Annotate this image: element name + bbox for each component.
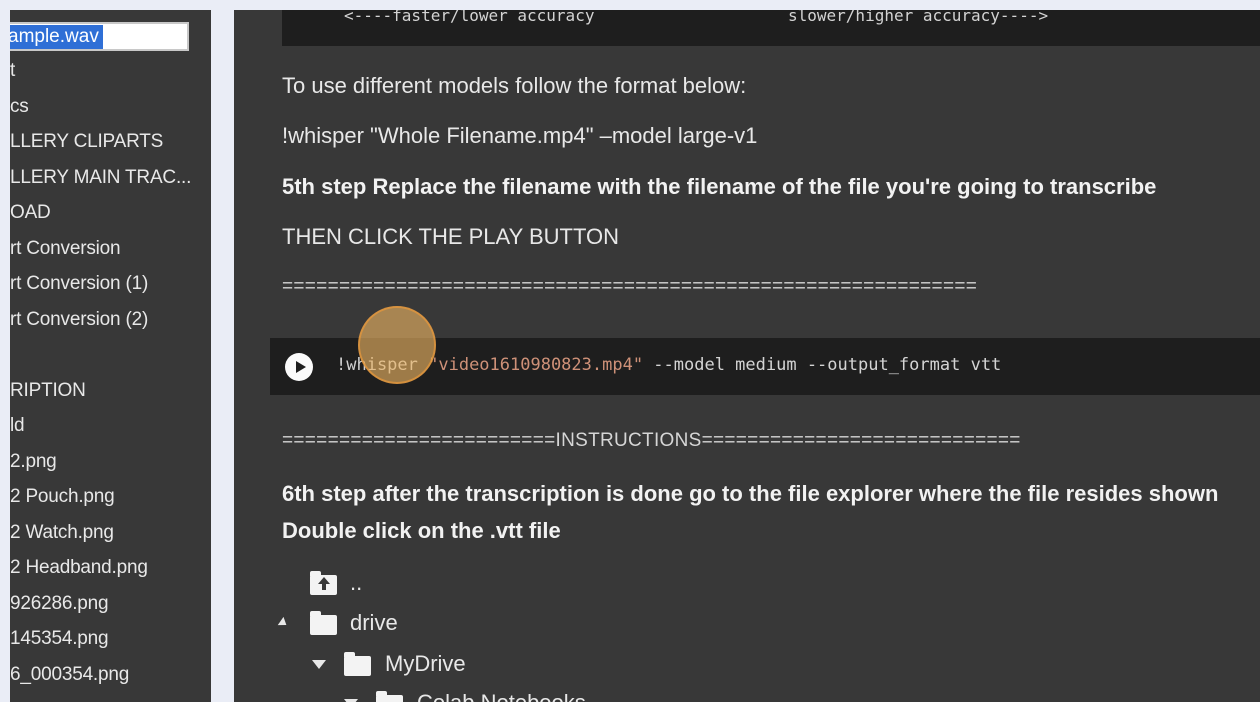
- separator-line: ========================================…: [282, 276, 978, 297]
- file-item[interactable]: rt Conversion (2): [10, 309, 148, 331]
- step6-text: 6th step after the transcription is done…: [282, 481, 1219, 506]
- tree-mydrive-label: MyDrive: [385, 651, 466, 676]
- rename-selected-text: ample.wav: [10, 25, 103, 49]
- folder-item[interactable]: LLERY MAIN TRAC...: [10, 167, 191, 189]
- models-heading: To use different models follow the forma…: [282, 73, 747, 98]
- accuracy-left-note: <----faster/lower accuracy: [344, 10, 595, 25]
- file-item[interactable]: 2 Headband.png: [10, 557, 148, 579]
- file-item[interactable]: rt Conversion: [10, 238, 121, 260]
- folder-icon: [310, 611, 337, 635]
- click-indicator: [358, 306, 436, 384]
- tree-up-label: ..: [350, 570, 363, 595]
- run-cell-button[interactable]: [285, 353, 313, 381]
- accuracy-right-note: slower/higher accuracy---->: [788, 10, 1049, 25]
- models-example: !whisper "Whole Filename.mp4" –model lar…: [282, 123, 758, 148]
- play-instruction: THEN CLICK THE PLAY BUTTON: [282, 224, 620, 249]
- file-item[interactable]: 6_000354.png: [10, 664, 129, 686]
- tree-colab-label: Colab Notebooks: [417, 690, 586, 702]
- folder-item[interactable]: OAD: [10, 202, 51, 224]
- file-item[interactable]: cs: [10, 96, 29, 118]
- instructions-separator: ========================INSTRUCTIONS====…: [282, 430, 1021, 451]
- code-line[interactable]: !whisper "video1610980823.mp4" --model m…: [336, 355, 1001, 375]
- file-item[interactable]: 2 Pouch.png: [10, 486, 115, 508]
- file-browser-sidebar: ample.wav t cs LLERY CLIPARTS LLERY MAIN…: [10, 10, 211, 702]
- file-item[interactable]: 926286.png: [10, 593, 109, 615]
- file-item[interactable]: ld: [10, 415, 25, 437]
- folder-item[interactable]: LLERY CLIPARTS: [10, 131, 163, 153]
- step5-text: 5th step Replace the filename with the f…: [282, 174, 1157, 199]
- tree-drive-label: drive: [350, 610, 398, 635]
- file-item[interactable]: t: [10, 60, 15, 82]
- folder-up-icon: [310, 571, 337, 595]
- caret-down-icon: [312, 660, 326, 669]
- file-item[interactable]: rt Conversion (1): [10, 273, 148, 295]
- step6b-text: Double click on the .vtt file: [282, 518, 561, 543]
- folder-icon: [376, 691, 403, 702]
- code-args: --model medium --output_format vtt: [643, 355, 1002, 375]
- folder-item[interactable]: RIPTION: [10, 380, 86, 402]
- file-item[interactable]: 2 Watch.png: [10, 522, 114, 544]
- folder-icon: [344, 652, 371, 676]
- code-filename: "video1610980823.mp4": [428, 355, 644, 375]
- file-item[interactable]: 2.png: [10, 451, 57, 473]
- code-output-block: <----faster/lower accuracy slower/higher…: [282, 10, 1260, 46]
- rename-file-input[interactable]: ample.wav: [10, 22, 189, 51]
- file-item[interactable]: 145354.png: [10, 628, 109, 650]
- caret-right-icon: [277, 616, 290, 630]
